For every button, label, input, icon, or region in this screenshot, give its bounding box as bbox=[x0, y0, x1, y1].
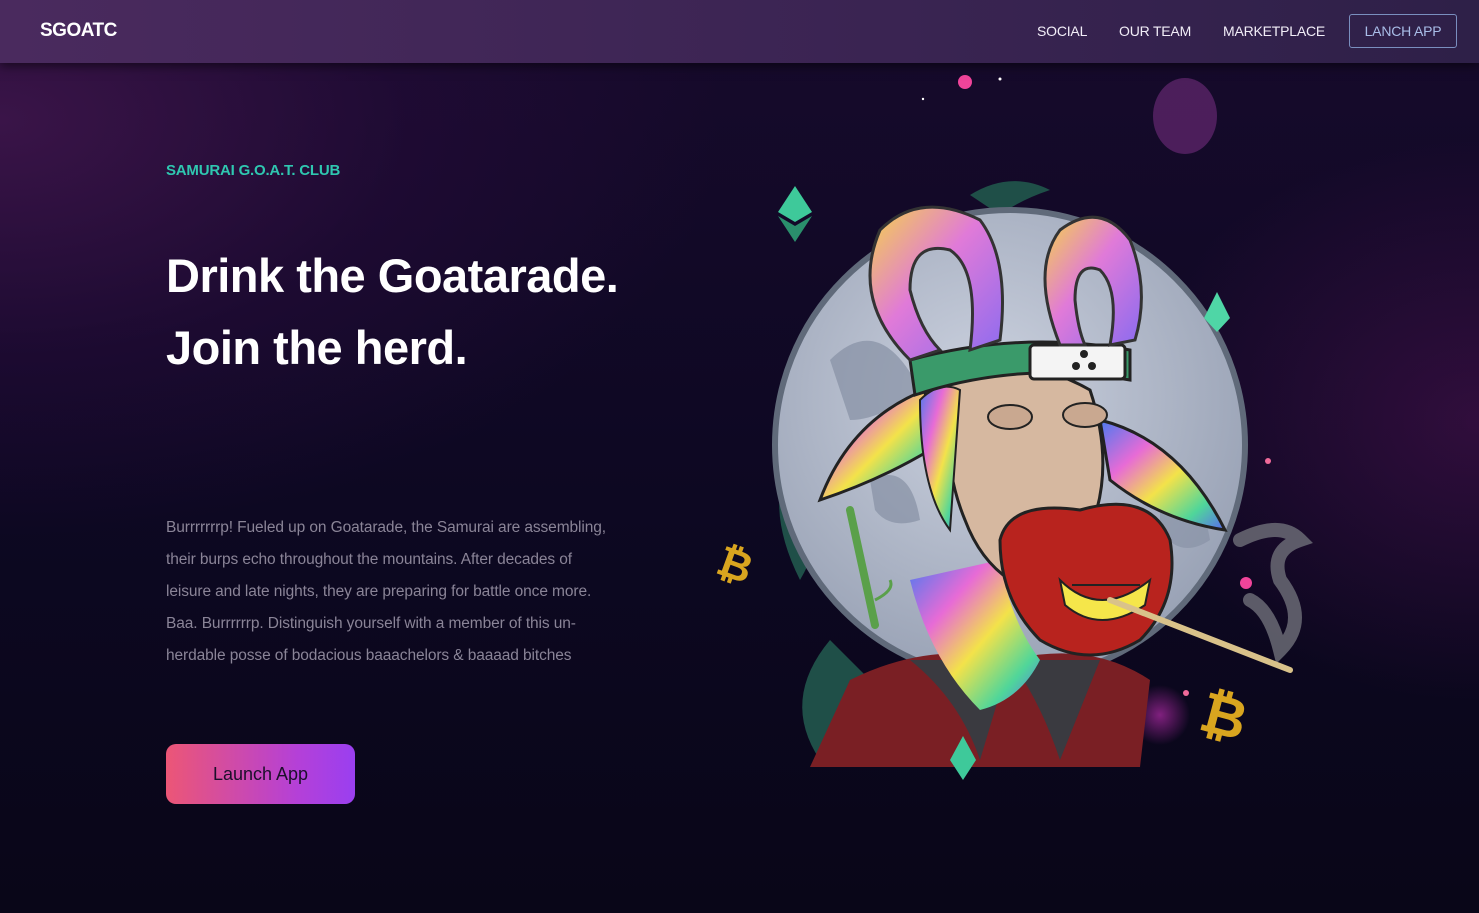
svg-text:₿: ₿ bbox=[1193, 679, 1254, 754]
hero-headline: Drink the Goatarade. Join the herd. bbox=[166, 249, 619, 374]
pink-dot bbox=[958, 75, 972, 89]
launch-app-nav-button[interactable]: LANCH APP bbox=[1349, 14, 1457, 48]
hero-eyebrow: SAMURAI G.O.A.T. CLUB bbox=[166, 162, 341, 179]
site-logo[interactable]: SGOATC bbox=[40, 20, 117, 42]
hero-description: Burrrrrrrp! Fueled up on Goatarade, the … bbox=[166, 519, 606, 664]
purple-blob bbox=[1153, 78, 1217, 154]
nav-link-our-team[interactable]: OUR TEAM bbox=[1119, 23, 1191, 39]
top-navbar: SGOATC SOCIAL OUR TEAM MARKETPLACE LANCH… bbox=[0, 0, 1479, 63]
nav-link-social[interactable]: SOCIAL bbox=[1037, 23, 1087, 39]
svg-text:₿: ₿ bbox=[711, 536, 760, 594]
bitcoin-icon: ₿ bbox=[711, 536, 760, 594]
ethereum-icon bbox=[778, 186, 812, 242]
bitcoin-icon: ₿ bbox=[1193, 679, 1254, 754]
launch-app-button[interactable]: Launch App bbox=[166, 744, 355, 804]
nav-link-marketplace[interactable]: MARKETPLACE bbox=[1223, 23, 1325, 39]
samurai-goat-illustration: ₿ ₿ bbox=[711, 75, 1313, 780]
